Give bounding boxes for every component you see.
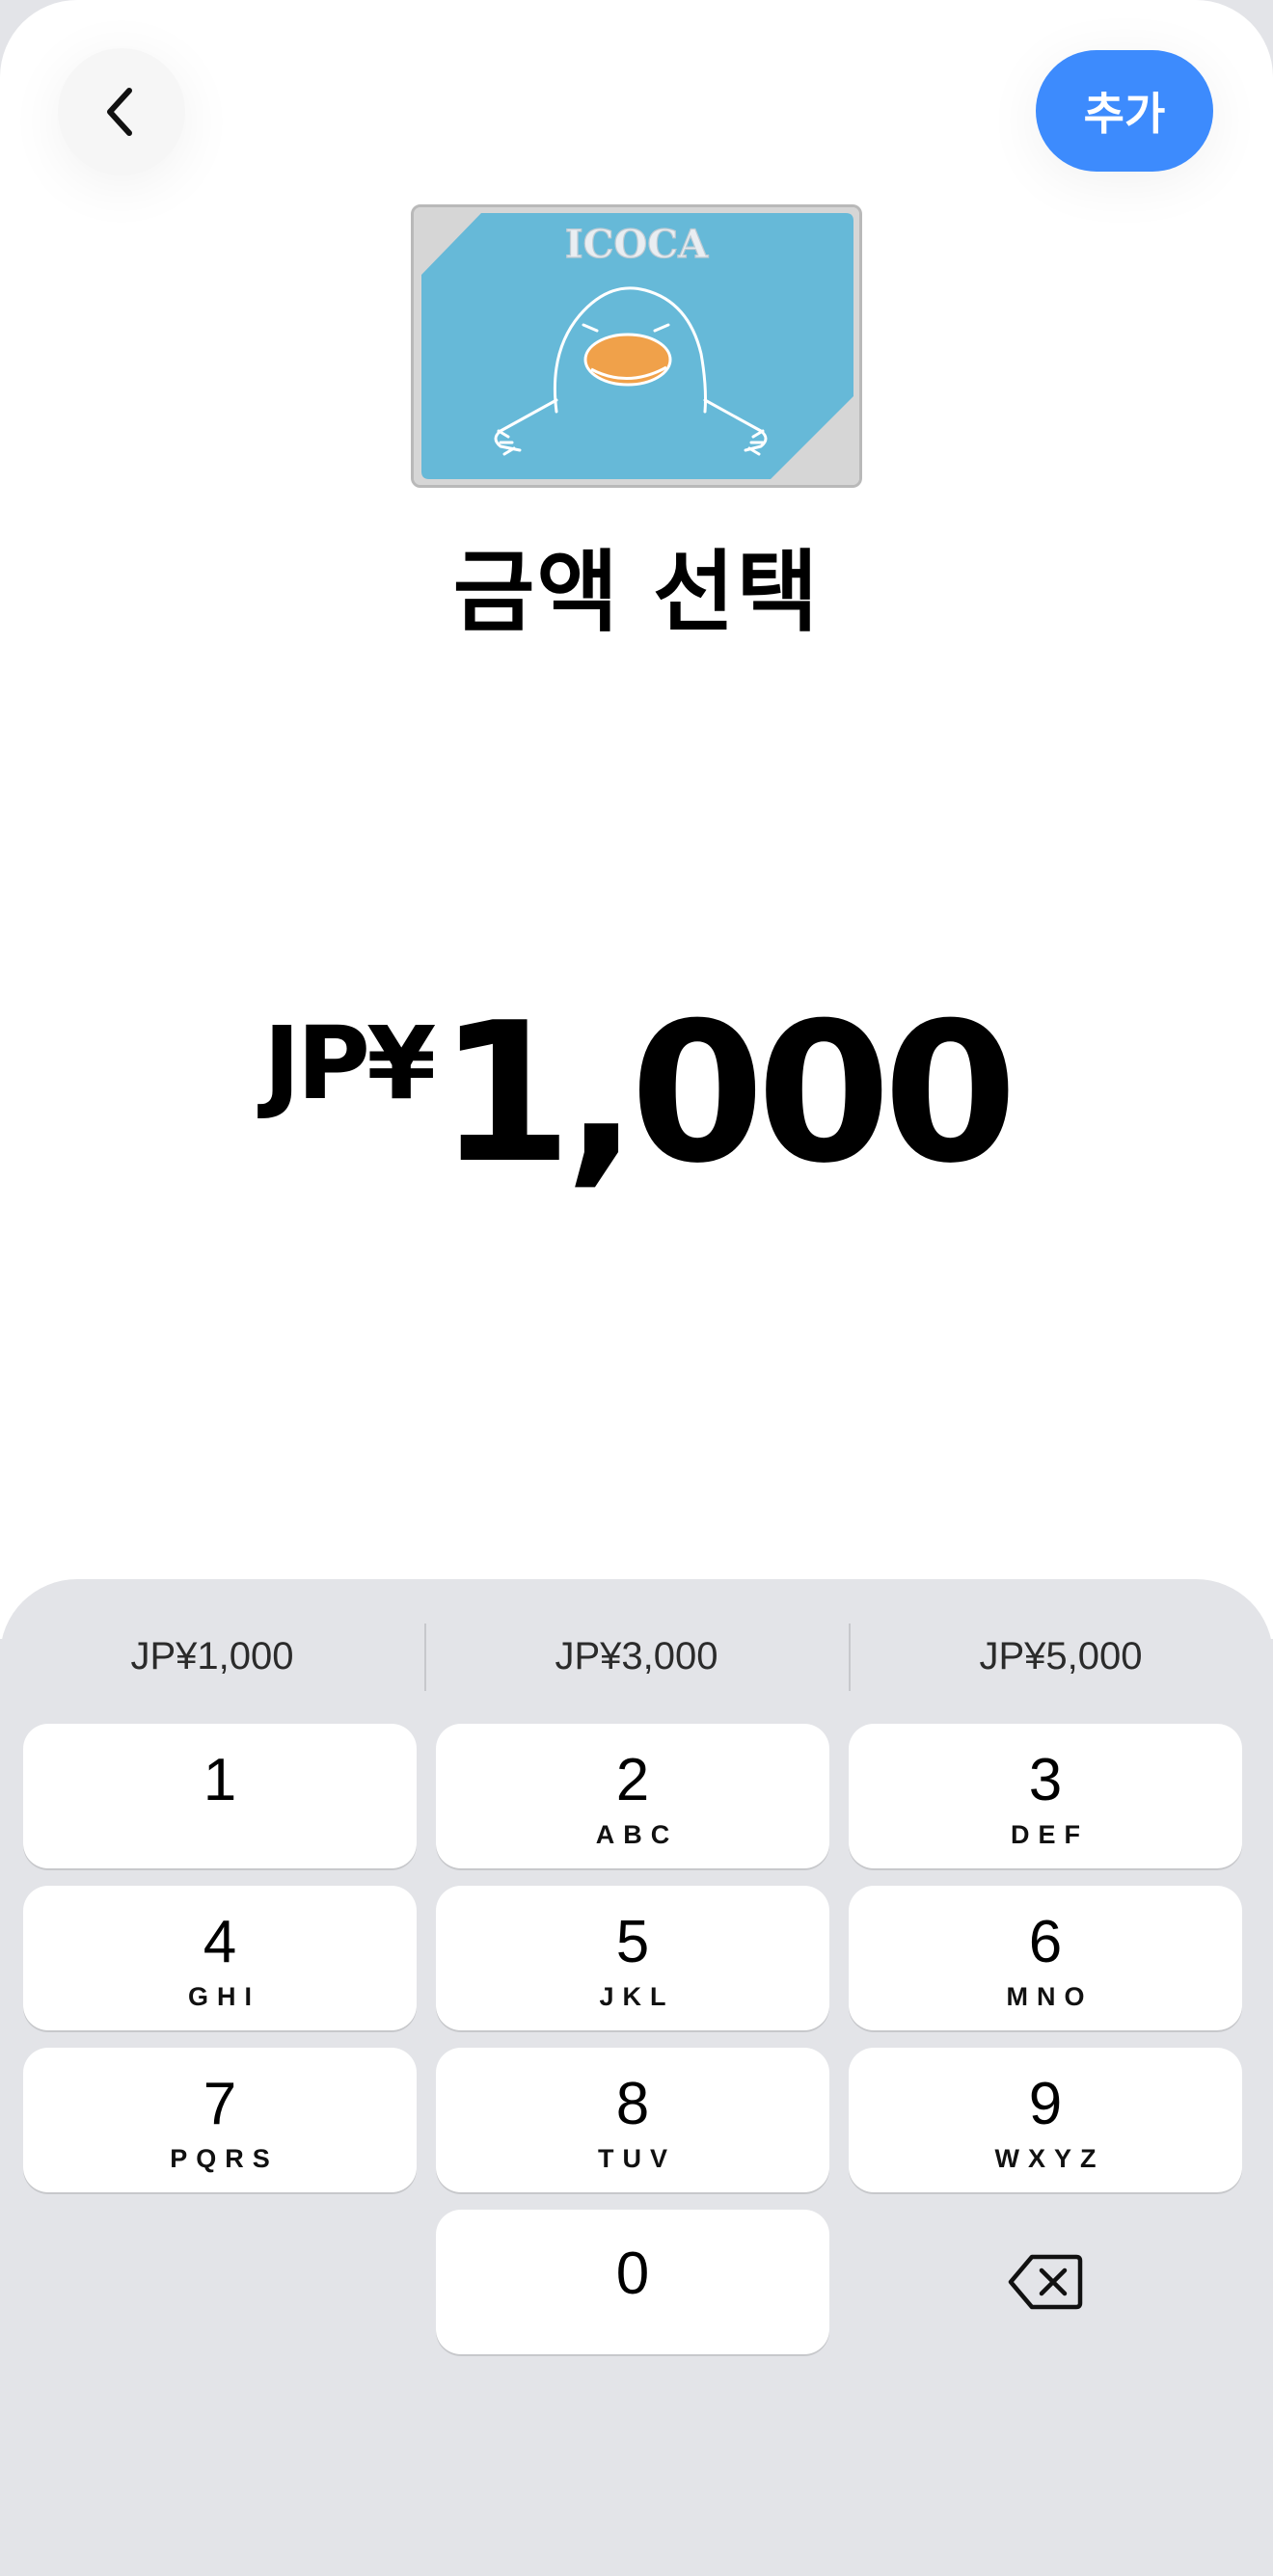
key-digit: 0 <box>615 2241 650 2307</box>
add-button[interactable]: 추가 <box>1036 50 1213 172</box>
key-digit: 5 <box>615 1909 650 1975</box>
key-7[interactable]: 7 PQRS <box>23 2048 417 2192</box>
preset-amount-3000[interactable]: JP¥3,000 <box>424 1618 849 1695</box>
amount-display: JP¥ 1,000 <box>0 983 1273 1205</box>
delete-key[interactable] <box>849 2210 1242 2354</box>
key-letters: DEF <box>1011 1820 1089 1849</box>
icoca-card-image: ICOCA <box>411 204 862 488</box>
preset-amounts: JP¥1,000 JP¥3,000 JP¥5,000 <box>0 1618 1273 1695</box>
key-letters: JKL <box>599 1982 675 2011</box>
key-digit: 2 <box>615 1747 650 1813</box>
key-digit: 9 <box>1028 2071 1063 2137</box>
key-letters: TUV <box>598 2144 676 2173</box>
preset-amount-1000[interactable]: JP¥1,000 <box>0 1618 424 1695</box>
key-letters: ABC <box>595 1820 679 1849</box>
key-digit: 4 <box>203 1909 237 1975</box>
key-3[interactable]: 3 DEF <box>849 1724 1242 1868</box>
key-letters: PQRS <box>170 2144 279 2173</box>
back-button[interactable] <box>58 48 185 175</box>
preset-amount-5000[interactable]: JP¥5,000 <box>849 1618 1273 1695</box>
key-2[interactable]: 2 ABC <box>436 1724 829 1868</box>
numeric-keypad-panel: JP¥1,000 JP¥3,000 JP¥5,000 1 2 ABC 3 DEF… <box>0 1579 1273 2576</box>
key-digit: 6 <box>1028 1909 1063 1975</box>
page-title: 금액 선택 <box>452 541 821 644</box>
key-letters: WXYZ <box>994 2144 1105 2173</box>
key-5[interactable]: 5 JKL <box>436 1886 829 2030</box>
key-1[interactable]: 1 <box>23 1724 417 1868</box>
key-digit: 3 <box>1028 1747 1063 1813</box>
chevron-left-icon <box>107 88 132 136</box>
key-empty <box>23 2210 417 2354</box>
key-letters: MNO <box>1006 1982 1094 2011</box>
key-letters: GHI <box>187 1982 260 2011</box>
currency-prefix: JP¥ <box>263 1005 436 1122</box>
key-digit: 8 <box>615 2071 650 2137</box>
amount-value: 1,000 <box>438 981 1017 1206</box>
key-8[interactable]: 8 TUV <box>436 2048 829 2192</box>
key-9[interactable]: 9 WXYZ <box>849 2048 1242 2192</box>
key-6[interactable]: 6 MNO <box>849 1886 1242 2030</box>
card-brand-text: ICOCA <box>565 222 709 267</box>
key-digit: 1 <box>203 1747 237 1813</box>
key-digit: 7 <box>203 2071 237 2137</box>
backspace-icon <box>1008 2254 1083 2310</box>
key-4[interactable]: 4 GHI <box>23 1886 417 2030</box>
key-0[interactable]: 0 <box>436 2210 829 2354</box>
keypad-grid: 1 2 ABC 3 DEF 4 GHI 5 JKL 6 MNO 7 PQRS 8 <box>23 1724 1242 2354</box>
